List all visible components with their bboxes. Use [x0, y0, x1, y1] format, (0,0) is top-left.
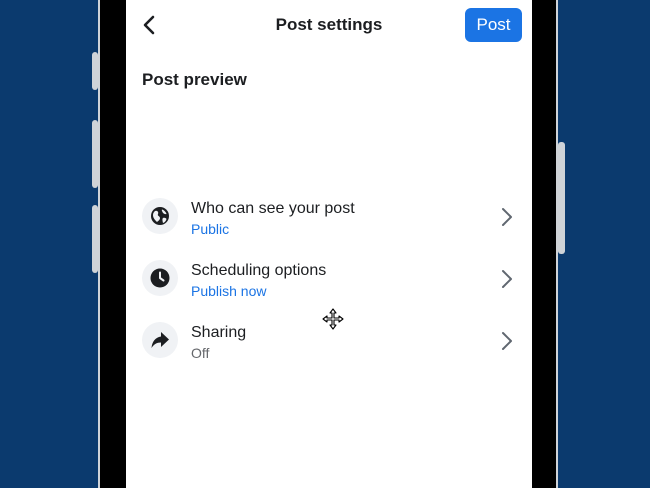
scheduling-option[interactable]: Scheduling options Publish now — [126, 248, 532, 310]
audience-value: Public — [191, 221, 230, 237]
audience-option-text: Who can see your post Public — [191, 199, 355, 238]
move-cursor-icon — [322, 308, 344, 330]
clock-icon — [142, 260, 178, 296]
phone-side-button-left-3 — [92, 205, 98, 273]
audience-label: Who can see your post — [191, 200, 355, 217]
phone-side-button-right — [558, 142, 565, 254]
sharing-option-text: Sharing Off — [191, 323, 246, 362]
header-bar: Post settings Post — [126, 0, 532, 50]
post-button[interactable]: Post — [465, 8, 522, 42]
chevron-right-icon — [502, 332, 512, 350]
chevron-right-icon — [502, 208, 512, 226]
phone-bezel-left — [98, 0, 126, 488]
scheduling-value: Publish now — [191, 283, 267, 299]
scheduling-label: Scheduling options — [191, 262, 327, 279]
phone-side-button-left-1 — [92, 52, 98, 90]
sharing-label: Sharing — [191, 324, 247, 341]
globe-icon — [142, 198, 178, 234]
chevron-right-icon — [502, 270, 512, 288]
settings-list: Who can see your post Public Scheduling … — [126, 186, 532, 372]
scheduling-option-text: Scheduling options Publish now — [191, 261, 326, 300]
app-screen: Post settings Post Post preview Who can … — [126, 0, 532, 488]
phone-bezel-right — [532, 0, 558, 488]
phone-side-button-left-2 — [92, 120, 98, 188]
post-preview-heading: Post preview — [142, 70, 247, 89]
share-arrow-icon — [142, 322, 178, 358]
audience-option[interactable]: Who can see your post Public — [126, 186, 532, 248]
sharing-value: Off — [191, 345, 210, 361]
